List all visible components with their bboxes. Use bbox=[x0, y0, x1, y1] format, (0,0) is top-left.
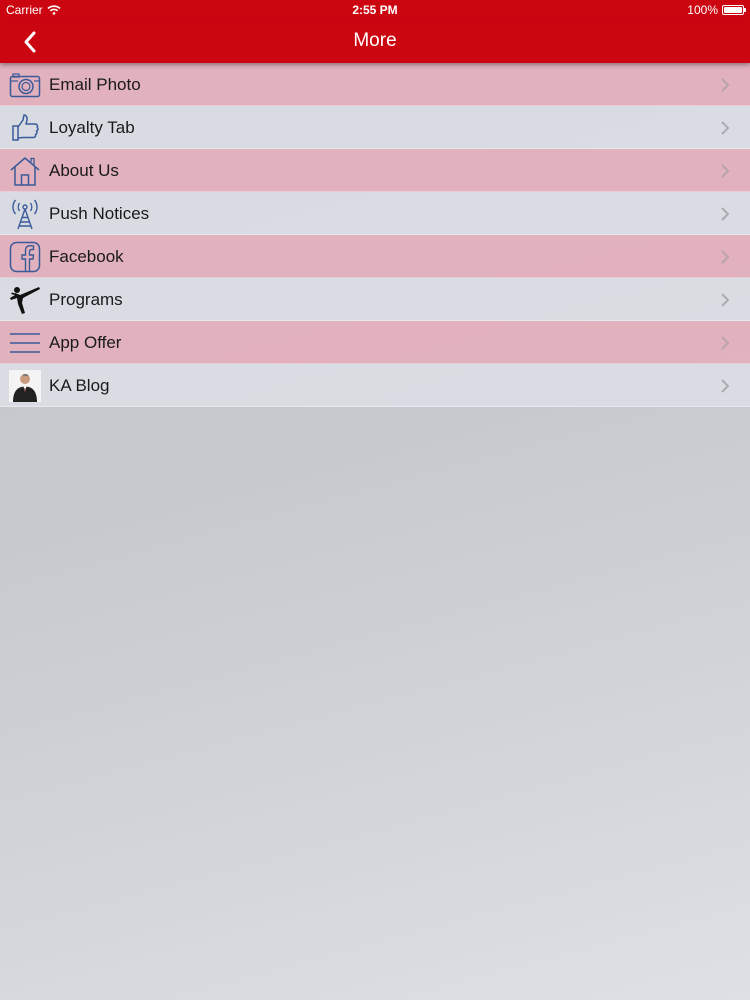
facebook-icon bbox=[9, 241, 41, 273]
thumbs-up-icon bbox=[9, 112, 41, 144]
camera-icon bbox=[9, 69, 41, 101]
menu-item-label: KA Blog bbox=[49, 376, 110, 395]
battery-status: 100% bbox=[687, 3, 746, 17]
menu-item-loyalty-tab[interactable]: Loyalty Tab bbox=[0, 106, 750, 149]
battery-icon bbox=[722, 5, 746, 15]
battery-percent: 100% bbox=[687, 3, 718, 17]
menu-item-label: About Us bbox=[49, 161, 119, 180]
house-icon bbox=[9, 155, 41, 187]
menu-item-email-photo[interactable]: Email Photo bbox=[0, 63, 750, 106]
menu-item-label: Email Photo bbox=[49, 75, 141, 94]
chevron-right-icon bbox=[721, 121, 730, 135]
menu-item-label: Facebook bbox=[49, 247, 124, 266]
page-title: More bbox=[353, 30, 397, 51]
martial-arts-kick-icon bbox=[9, 284, 41, 316]
menu-lines-icon bbox=[9, 327, 41, 359]
status-time: 2:55 PM bbox=[352, 3, 398, 17]
status-bar: Carrier 2:55 PM 100% bbox=[0, 0, 750, 20]
menu-item-facebook[interactable]: Facebook bbox=[0, 235, 750, 278]
chevron-right-icon bbox=[721, 336, 730, 350]
menu-item-ka-blog[interactable]: KA Blog bbox=[0, 364, 750, 407]
menu-item-programs[interactable]: Programs bbox=[0, 278, 750, 321]
menu-list: Email Photo Loyalty Tab About Us Push No… bbox=[0, 63, 750, 407]
menu-item-label: Programs bbox=[49, 290, 123, 309]
menu-item-label: Loyalty Tab bbox=[49, 118, 135, 137]
menu-item-about-us[interactable]: About Us bbox=[0, 149, 750, 192]
menu-item-app-offer[interactable]: App Offer bbox=[0, 321, 750, 364]
menu-item-push-notices[interactable]: Push Notices bbox=[0, 192, 750, 235]
chevron-right-icon bbox=[721, 207, 730, 221]
antenna-icon bbox=[9, 198, 41, 230]
battery-fill bbox=[724, 7, 742, 13]
chevron-right-icon bbox=[721, 293, 730, 307]
chevron-right-icon bbox=[721, 250, 730, 264]
chevron-right-icon bbox=[721, 164, 730, 178]
chevron-right-icon bbox=[721, 78, 730, 92]
person-photo-icon bbox=[9, 370, 41, 402]
screen: Carrier 2:55 PM 100% More Email Photo Lo… bbox=[0, 0, 750, 1000]
chevron-right-icon bbox=[721, 379, 730, 393]
menu-item-label: App Offer bbox=[49, 333, 122, 352]
menu-item-label: Push Notices bbox=[49, 204, 150, 223]
nav-bar: More bbox=[0, 20, 750, 63]
